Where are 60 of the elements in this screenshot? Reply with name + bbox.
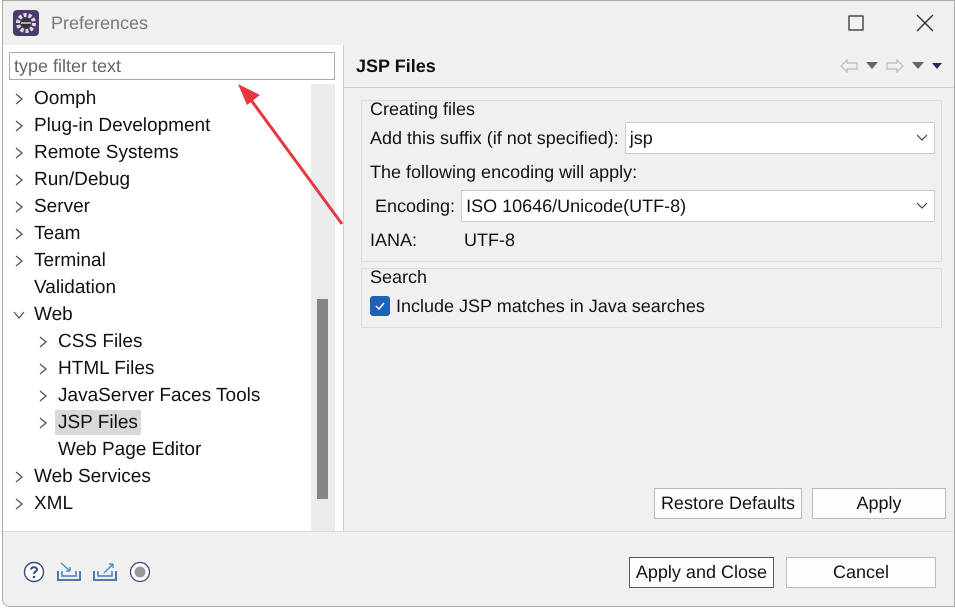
tree-item[interactable]: JSP Files bbox=[55, 410, 141, 435]
maximize-icon[interactable] bbox=[848, 15, 864, 31]
menu-icon[interactable] bbox=[932, 62, 942, 70]
field-label: Encoding: bbox=[375, 196, 456, 216]
scrollbar-thumb[interactable] bbox=[317, 299, 328, 499]
group-title: Search bbox=[370, 266, 428, 289]
expand-chevron-icon[interactable] bbox=[13, 174, 25, 186]
tree-item[interactable]: Team bbox=[31, 221, 84, 246]
field-label: IANA: bbox=[370, 230, 418, 250]
field-label: Add this suffix (if not specified): bbox=[370, 128, 619, 148]
tree-item[interactable]: Web Page Editor bbox=[55, 437, 204, 462]
chevron-down-icon bbox=[916, 202, 928, 210]
export-icon[interactable] bbox=[93, 562, 117, 582]
expand-chevron-icon[interactable] bbox=[13, 498, 25, 510]
checkbox[interactable] bbox=[370, 296, 390, 316]
record-icon[interactable] bbox=[129, 561, 151, 583]
tree-item[interactable]: XML bbox=[31, 491, 76, 516]
tree-item[interactable]: Remote Systems bbox=[31, 140, 182, 165]
import-icon[interactable] bbox=[57, 562, 81, 582]
help-icon[interactable] bbox=[23, 561, 45, 583]
apply-and-close-button[interactable]: Apply and Close bbox=[628, 556, 774, 588]
cancel-button[interactable]: Cancel bbox=[786, 556, 936, 588]
info-text: The following encoding will apply: bbox=[370, 162, 638, 182]
checkbox-label: Include JSP matches in Java searches bbox=[396, 296, 705, 316]
restore-defaults-button[interactable]: Restore Defaults bbox=[654, 488, 802, 519]
tree-item[interactable]: Run/Debug bbox=[31, 167, 134, 192]
expand-chevron-icon[interactable] bbox=[13, 470, 25, 482]
gear-icon bbox=[13, 10, 39, 36]
expand-chevron-icon[interactable] bbox=[13, 228, 25, 240]
tree-item[interactable]: Plug-in Development bbox=[31, 113, 214, 138]
expand-chevron-icon[interactable] bbox=[37, 416, 49, 428]
expand-chevron-icon[interactable] bbox=[13, 92, 25, 104]
page-title: JSP Files bbox=[356, 56, 436, 76]
tree-item[interactable]: CSS Files bbox=[55, 329, 146, 354]
tree-item[interactable]: HTML Files bbox=[55, 356, 158, 381]
expand-chevron-icon[interactable] bbox=[37, 390, 49, 402]
expand-chevron-icon[interactable] bbox=[37, 336, 49, 348]
dropdown-icon[interactable] bbox=[912, 62, 924, 70]
expand-chevron-icon[interactable] bbox=[37, 362, 49, 374]
expand-chevron-icon[interactable] bbox=[13, 146, 25, 158]
dropdown[interactable]: jsp bbox=[624, 122, 935, 154]
tree-item[interactable]: Web bbox=[31, 302, 76, 327]
dropdown[interactable]: ISO 10646/Unicode(UTF-8) bbox=[461, 190, 935, 222]
tree-item[interactable]: Web Services bbox=[31, 464, 154, 489]
dropdown-icon[interactable] bbox=[866, 62, 878, 70]
tree-item[interactable]: Validation bbox=[31, 275, 120, 300]
expand-chevron-icon[interactable] bbox=[13, 254, 25, 266]
expand-chevron-icon[interactable] bbox=[13, 120, 25, 132]
close-icon[interactable] bbox=[916, 14, 934, 32]
tree-item[interactable]: Terminal bbox=[31, 248, 109, 273]
tree-item[interactable]: JavaServer Faces Tools bbox=[55, 383, 264, 408]
group-title: Creating files bbox=[370, 98, 476, 121]
tree-item[interactable]: Server bbox=[31, 194, 93, 219]
tree-item[interactable]: Oomph bbox=[31, 86, 100, 111]
chevron-down-icon bbox=[916, 134, 928, 142]
apply-button[interactable]: Apply bbox=[812, 488, 946, 519]
window-title: Preferences bbox=[51, 12, 148, 34]
expand-chevron-icon[interactable] bbox=[13, 200, 25, 212]
field-value: UTF-8 bbox=[464, 230, 515, 250]
filter-field[interactable]: type filter text bbox=[9, 52, 335, 80]
